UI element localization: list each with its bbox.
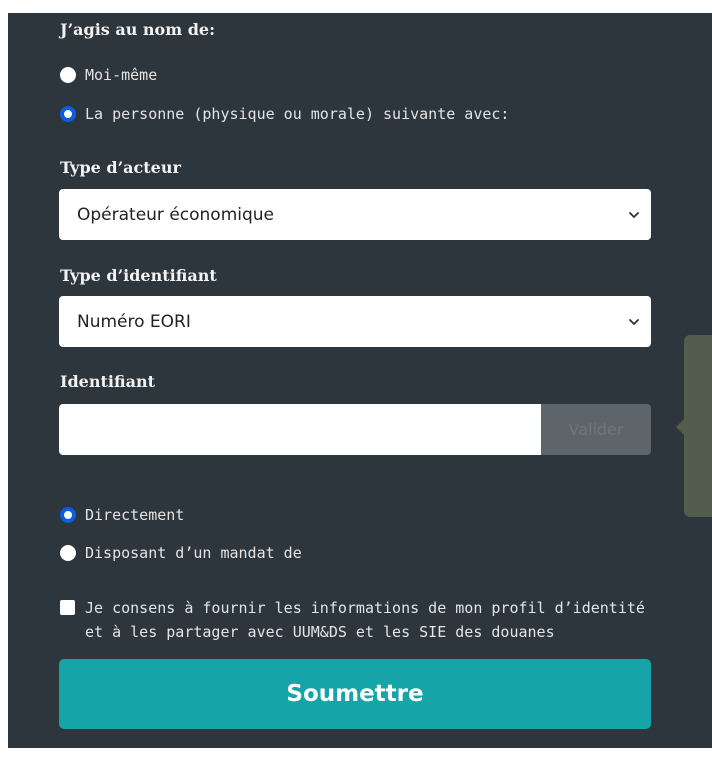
radio-option-other-person[interactable]: La personne (physique ou morale) suivant… (60, 105, 509, 123)
radio-option-myself[interactable]: Moi-même (60, 66, 157, 84)
consent-line: Je consens à fournir les informations de… (85, 599, 645, 617)
tooltip-popover (684, 335, 712, 517)
on-behalf-heading: J’agis au nom de: (60, 20, 215, 39)
actor-type-select[interactable]: Opérateur économique (59, 189, 651, 240)
consent-row[interactable]: Je consens à fournir les informations de… (60, 596, 645, 644)
tooltip-arrow (676, 418, 685, 436)
identifier-input[interactable] (59, 404, 541, 455)
identifier-label: Identifiant (60, 372, 155, 391)
radio-directly[interactable] (60, 507, 76, 523)
identifier-type-value: Numéro EORI (77, 311, 191, 332)
submit-button[interactable]: Soumettre (59, 659, 651, 729)
radio-mandate[interactable] (60, 545, 76, 561)
identifier-type-select[interactable]: Numéro EORI (59, 296, 651, 347)
actor-type-label: Type d’acteur (60, 158, 181, 177)
validate-button[interactable]: Valider (541, 404, 651, 455)
actor-type-value: Opérateur économique (77, 204, 275, 225)
chevron-down-icon (629, 318, 639, 325)
radio-option-mandate[interactable]: Disposant d’un mandat de (60, 544, 302, 562)
chevron-down-icon (629, 211, 639, 218)
consent-line: et à les partager avec UUM&DS et les SIE… (85, 623, 555, 641)
identifier-input-group: Valider (59, 404, 651, 455)
radio-option-directly[interactable]: Directement (60, 506, 184, 524)
radio-myself[interactable] (60, 67, 76, 83)
radio-label-other-person: La personne (physique ou morale) suivant… (85, 105, 510, 123)
consent-text: Je consens à fournir les informations de… (85, 596, 645, 644)
consent-checkbox[interactable] (60, 600, 75, 615)
radio-label-myself: Moi-même (85, 66, 158, 84)
radio-label-mandate: Disposant d’un mandat de (85, 544, 302, 562)
radio-label-directly: Directement (85, 506, 185, 524)
radio-other-person[interactable] (60, 106, 76, 122)
identifier-type-label: Type d’identifiant (60, 266, 217, 285)
